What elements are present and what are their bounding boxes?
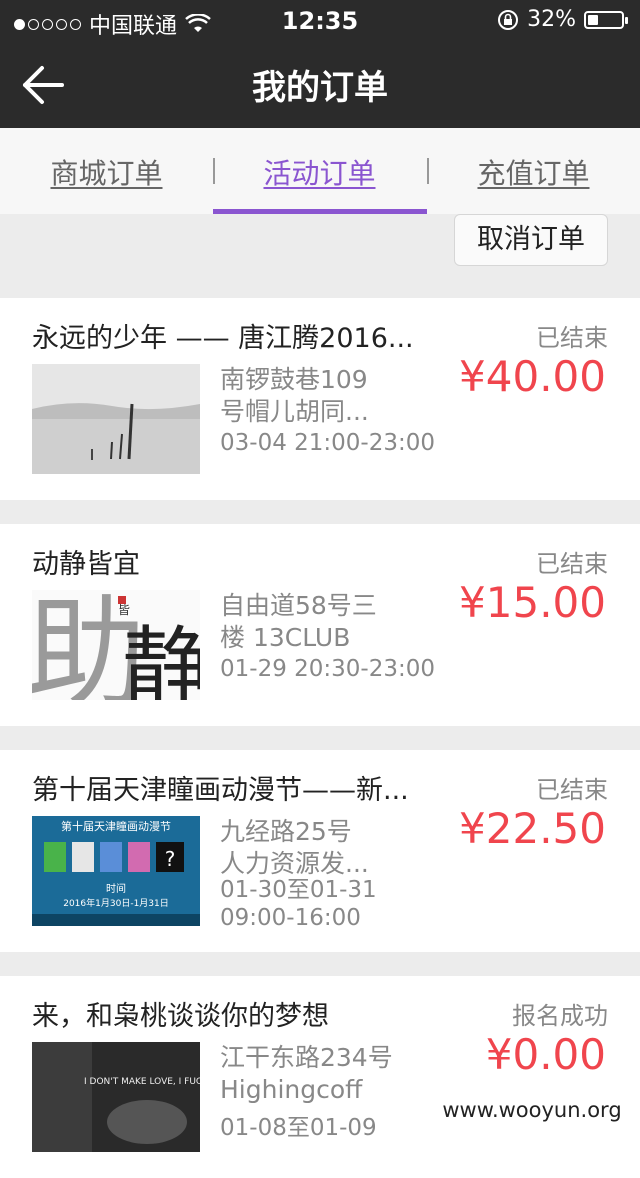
tab-activity-orders[interactable]: 活动订单 xyxy=(213,152,426,192)
battery-percent: 32% xyxy=(527,7,576,32)
status-bar: 中国联通 12:35 32% xyxy=(0,0,640,40)
svg-text:静: 静 xyxy=(122,617,200,700)
cancel-order-button[interactable]: 取消订单 xyxy=(454,214,608,266)
order-title: 第十届天津瞳画动漫节——新... xyxy=(32,775,409,806)
order-price: ¥0.00 xyxy=(485,1030,606,1079)
order-tabs: 商城订单 活动订单 充值订单 xyxy=(0,128,640,214)
event-thumbnail: 助 静 皆 xyxy=(32,590,200,700)
order-title: 动静皆宜 xyxy=(32,549,140,580)
order-title: 永远的少年 —— 唐江腾2016... xyxy=(32,323,414,354)
order-status: 报名成功 xyxy=(512,1002,608,1030)
thumbnail-logo-text: 皆 xyxy=(118,603,130,617)
battery-icon xyxy=(584,10,628,29)
svg-text:时间: 时间 xyxy=(106,882,126,895)
nav-header: 我的订单 xyxy=(0,40,640,128)
order-time: 01-30至01-31 09:00-16:00 xyxy=(220,877,377,931)
svg-text:第十届天津瞳画动漫节: 第十届天津瞳画动漫节 xyxy=(61,819,171,833)
event-thumbnail: 第十届天津瞳画动漫节 ? 时间 2016年1月30日-1月31日 xyxy=(32,816,200,926)
event-thumbnail xyxy=(32,364,200,474)
order-card[interactable]: 动静皆宜 已结束 助 静 皆 自由道58号三 楼 13CLUB 01-29 20… xyxy=(0,524,640,726)
watermark: www.wooyun.org xyxy=(432,1092,632,1128)
order-time: 03-04 21:00-23:00 xyxy=(220,430,436,456)
order-status: 已结束 xyxy=(536,550,608,578)
rotation-lock-icon xyxy=(498,9,519,30)
order-address: 自由道58号三 楼 13CLUB xyxy=(220,591,377,652)
order-status: 已结束 xyxy=(536,324,608,352)
tab-recharge-orders[interactable]: 充值订单 xyxy=(427,152,640,192)
order-card[interactable]: 永远的少年 —— 唐江腾2016... 已结束 南锣鼓巷109 号帽儿胡同...… xyxy=(0,298,640,500)
order-card[interactable]: 来，和枭桃谈谈你的梦想 报名成功 I DON'T MAKE LOVE, I FU… xyxy=(0,976,640,1178)
svg-text:I DON'T MAKE LOVE, I FUCK, HAR: I DON'T MAKE LOVE, I FUCK, HARD. xyxy=(84,1077,200,1087)
order-card[interactable]: 第十届天津瞳画动漫节——新... 已结束 第十届天津瞳画动漫节 ? 时间 201… xyxy=(0,750,640,952)
svg-text:2016年1月30日-1月31日: 2016年1月30日-1月31日 xyxy=(63,897,169,909)
order-time: 01-08至01-09 xyxy=(220,1115,377,1141)
page-title: 我的订单 xyxy=(252,68,388,108)
order-title: 来，和枭桃谈谈你的梦想 xyxy=(32,1001,329,1032)
order-price: ¥40.00 xyxy=(459,352,606,401)
action-row: 取消订单 xyxy=(0,214,640,272)
order-address: 江干东路234号 Highingcoff xyxy=(220,1043,393,1104)
order-time: 01-29 20:30-23:00 xyxy=(220,656,436,682)
order-address: 南锣鼓巷109 号帽儿胡同... xyxy=(220,365,369,426)
svg-text:?: ? xyxy=(165,847,176,871)
order-address: 九经路25号 人力资源发... xyxy=(220,817,369,878)
tab-mall-orders[interactable]: 商城订单 xyxy=(0,152,213,192)
order-status: 已结束 xyxy=(536,776,608,804)
order-price: ¥15.00 xyxy=(459,578,606,627)
order-price: ¥22.50 xyxy=(459,804,606,853)
